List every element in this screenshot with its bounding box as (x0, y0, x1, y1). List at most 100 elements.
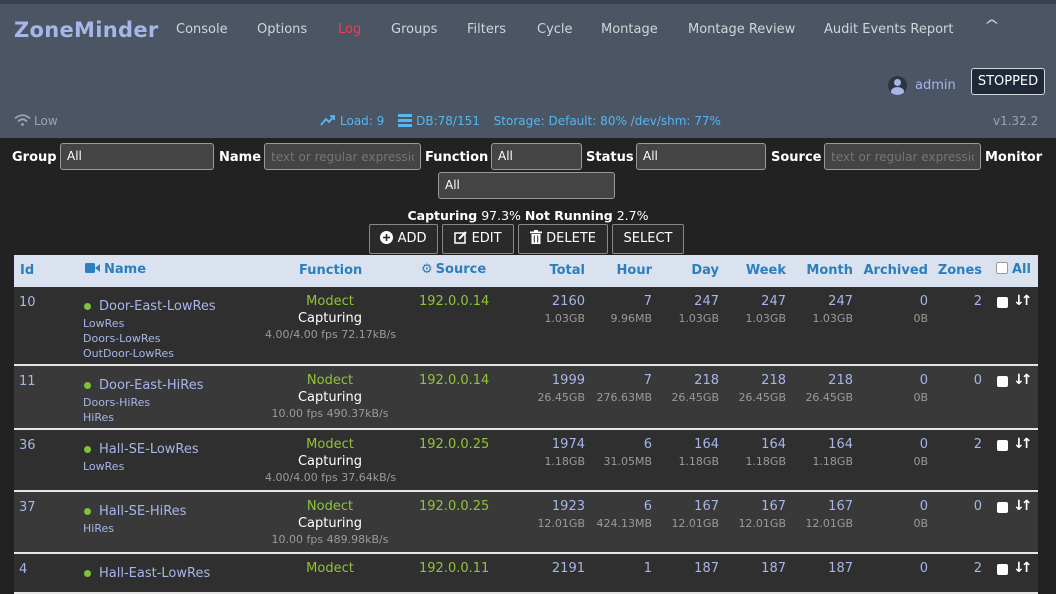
events-total[interactable]: 1923 12.01GB (537, 499, 585, 530)
run-state-button[interactable]: STOPPED (971, 68, 1045, 95)
events-total[interactable]: 1999 26.45GB (537, 373, 585, 404)
zones-count[interactable]: 2 (974, 294, 982, 309)
events-day[interactable]: 247 1.03GB (678, 294, 719, 325)
name-filter-input[interactable] (264, 143, 421, 170)
collapse-caret-icon[interactable]: ^ (984, 18, 1000, 34)
col-name[interactable]: Name (85, 262, 146, 277)
events-hour[interactable]: 6 424.13MB (596, 499, 652, 530)
sort-handle-icon[interactable]: ↓↑ (1013, 498, 1033, 514)
monitor-name-link[interactable]: Door-East-HiRes (84, 378, 203, 393)
monitor-group-link[interactable]: OutDoor-LowRes (83, 347, 174, 360)
version-link[interactable]: v1.32.2 (993, 114, 1038, 128)
delete-button[interactable]: DELETE (518, 224, 608, 254)
monitor-id[interactable]: 37 (19, 500, 36, 515)
monitor-group-link[interactable]: HiRes (83, 411, 114, 424)
source-filter-input[interactable] (824, 143, 981, 170)
events-hour[interactable]: 1 (644, 561, 652, 576)
events-archived[interactable]: 0 0B (913, 373, 928, 404)
monitor-id[interactable]: 4 (19, 562, 27, 577)
events-day[interactable]: 167 12.01GB (671, 499, 719, 530)
status-select[interactable]: All (636, 143, 766, 170)
row-checkbox[interactable] (997, 297, 1008, 308)
events-week[interactable]: 164 1.18GB (745, 437, 786, 468)
nav-audit-events-report[interactable]: Audit Events Report (824, 22, 953, 37)
col-total[interactable]: Total (549, 263, 585, 278)
nav-montage[interactable]: Montage (601, 22, 658, 37)
col-source[interactable]: ⚙ Source (421, 262, 486, 277)
nav-log[interactable]: Log (338, 22, 361, 37)
sort-handle-icon[interactable]: ↓↑ (1013, 560, 1033, 576)
zones-count[interactable]: 2 (974, 437, 982, 452)
nav-console[interactable]: Console (176, 22, 228, 37)
sort-handle-icon[interactable]: ↓↑ (1013, 372, 1033, 388)
sort-handle-icon[interactable]: ↓↑ (1013, 436, 1033, 452)
col-month[interactable]: Month (806, 263, 853, 278)
zones-count[interactable]: 0 (974, 499, 982, 514)
col-zones[interactable]: Zones (938, 263, 982, 278)
monitor-group-link[interactable]: HiRes (83, 522, 114, 535)
events-total[interactable]: 2160 1.03GB (544, 294, 585, 325)
monitor-select[interactable]: All (438, 172, 615, 199)
events-archived[interactable]: 0 0B (913, 499, 928, 530)
function-mode-link[interactable]: Modect (265, 294, 395, 309)
select-button[interactable]: SELECT (612, 224, 684, 254)
col-archived[interactable]: Archived (864, 263, 929, 278)
col-id[interactable]: Id (20, 263, 34, 278)
monitor-source-link[interactable]: 192.0.0.14 (419, 294, 489, 309)
events-month[interactable]: 164 1.18GB (812, 437, 853, 468)
zones-count[interactable]: 2 (974, 561, 982, 576)
col-all[interactable]: All (996, 262, 1031, 277)
events-month[interactable]: 167 12.01GB (805, 499, 853, 530)
events-day[interactable]: 164 1.18GB (678, 437, 719, 468)
events-week[interactable]: 167 12.01GB (738, 499, 786, 530)
col-day[interactable]: Day (691, 263, 719, 278)
nav-groups[interactable]: Groups (391, 22, 437, 37)
function-mode-link[interactable]: Modect (265, 437, 395, 452)
zones-count[interactable]: 0 (974, 373, 982, 388)
function-select[interactable]: All (491, 143, 582, 170)
function-mode-link[interactable]: Nodect (265, 373, 395, 388)
monitor-name-link[interactable]: Door-East-LowRes (84, 299, 216, 314)
monitor-source-link[interactable]: 192.0.0.25 (419, 437, 489, 452)
events-total[interactable]: 1974 1.18GB (544, 437, 585, 468)
nav-filters[interactable]: Filters (467, 22, 506, 37)
events-month[interactable]: 218 26.45GB (805, 373, 853, 404)
nav-options[interactable]: Options (257, 22, 307, 37)
brand-logo[interactable]: ZoneMinder (14, 18, 159, 42)
events-month[interactable]: 247 1.03GB (812, 294, 853, 325)
events-day[interactable]: 218 26.45GB (671, 373, 719, 404)
add-button[interactable]: ADD (369, 224, 438, 254)
row-checkbox[interactable] (997, 502, 1008, 513)
nav-cycle[interactable]: Cycle (537, 22, 573, 37)
monitor-name-link[interactable]: Hall-East-LowRes (84, 566, 210, 581)
user-menu[interactable]: admin (888, 76, 956, 95)
col-hour[interactable]: Hour (617, 263, 652, 278)
monitor-group-link[interactable]: LowRes (83, 317, 124, 330)
nav-montage-review[interactable]: Montage Review (688, 22, 795, 37)
monitor-name-link[interactable]: Hall-SE-HiRes (84, 504, 186, 519)
monitor-group-link[interactable]: Doors-LowRes (83, 332, 160, 345)
col-function[interactable]: Function (299, 263, 362, 278)
events-week[interactable]: 187 (761, 561, 786, 576)
events-week[interactable]: 218 26.45GB (738, 373, 786, 404)
sort-handle-icon[interactable]: ↓↑ (1013, 293, 1033, 309)
events-archived[interactable]: 0 0B (913, 437, 928, 468)
events-week[interactable]: 247 1.03GB (745, 294, 786, 325)
events-month[interactable]: 187 (828, 561, 853, 576)
monitor-source-link[interactable]: 192.0.0.14 (419, 373, 489, 388)
group-select[interactable]: All (60, 143, 214, 170)
monitor-source-link[interactable]: 192.0.0.11 (419, 561, 489, 576)
monitor-group-link[interactable]: LowRes (83, 460, 124, 473)
events-day[interactable]: 187 (694, 561, 719, 576)
bandwidth-indicator[interactable]: Low (14, 114, 58, 128)
events-archived[interactable]: 0 (920, 561, 928, 576)
edit-button[interactable]: EDIT (442, 224, 514, 254)
monitor-source-link[interactable]: 192.0.0.25 (419, 499, 489, 514)
row-checkbox[interactable] (997, 564, 1008, 575)
monitor-group-link[interactable]: Doors-HiRes (83, 396, 150, 409)
row-checkbox[interactable] (997, 376, 1008, 387)
col-week[interactable]: Week (746, 263, 786, 278)
monitor-name-link[interactable]: Hall-SE-LowRes (84, 442, 199, 457)
events-archived[interactable]: 0 0B (913, 294, 928, 325)
row-checkbox[interactable] (997, 440, 1008, 451)
